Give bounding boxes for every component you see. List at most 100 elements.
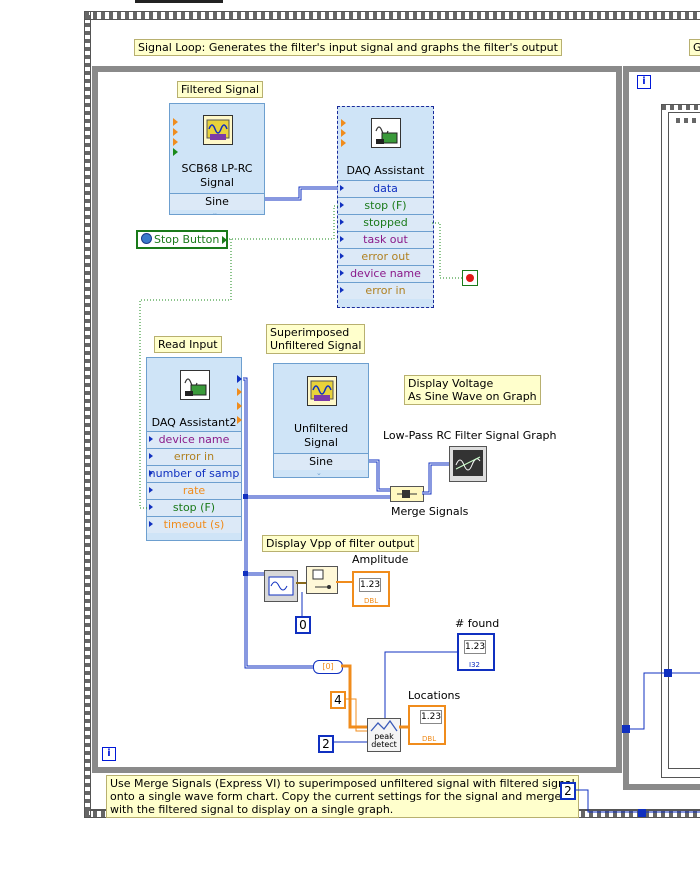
scb68-lp-rc-signal-vi[interactable]: SCB68 LP-RC Signal Sine ⌄ <box>169 103 265 217</box>
amplitude-type: DBL <box>364 597 379 605</box>
vi-title: Unfiltered Signal <box>293 422 349 449</box>
stop-button-control[interactable]: Stop Button <box>136 230 228 249</box>
terminal-number-of-samp[interactable]: number of samp <box>147 465 241 482</box>
vi-title: DAQ Assistant2 <box>151 416 237 429</box>
terminal-arrow-icon <box>340 219 344 225</box>
merge-signals-label: Merge Signals <box>391 505 469 518</box>
terminal-arrow-icon <box>149 436 153 442</box>
filtered-signal-label: Filtered Signal <box>177 81 264 98</box>
terminal-error-in[interactable]: error in <box>338 282 433 299</box>
locations-type: DBL <box>422 735 437 743</box>
right-note-fragment: G <box>689 39 700 56</box>
expand-chevron-icon: ⌄ <box>212 209 218 217</box>
merge-signals-help-note: Use Merge Signals (Express VI) to superi… <box>106 775 579 818</box>
terminal-rate[interactable]: rate <box>147 482 241 499</box>
output-arrow-icon <box>237 375 242 383</box>
stop-led-icon <box>466 274 474 282</box>
amplitude-indicator[interactable]: 1.23 DBL <box>352 571 390 607</box>
output-arrow-icon <box>237 402 242 410</box>
unbundle-node[interactable] <box>306 566 338 594</box>
terminal-arrow-icon <box>149 470 153 476</box>
terminal-device-name[interactable]: device name <box>338 265 433 282</box>
outer-two-constant[interactable]: 2 <box>560 782 576 800</box>
terminal-stop-f[interactable]: stop (F) <box>338 197 433 214</box>
vpp-note: Display Vpp of filter output <box>262 535 419 552</box>
display-voltage-note: Display Voltage As Sine Wave on Graph <box>404 375 541 405</box>
expand-chevron-icon: ⌄ <box>316 469 322 477</box>
right-loop-iteration-terminal: i <box>637 75 651 89</box>
graph-icon <box>453 450 483 476</box>
output-arrow-icon <box>237 416 242 424</box>
read-input-label: Read Input <box>154 336 222 353</box>
vi-title: DAQ Assistant <box>346 164 425 177</box>
merge-signals-vi[interactable] <box>390 486 424 502</box>
unfiltered-signal-label: Superimposed Unfiltered Signal <box>266 324 366 354</box>
unfiltered-signal-vi[interactable]: Unfiltered Signal Sine ⌄ <box>273 363 369 478</box>
terminal-arrow-icon <box>340 236 344 242</box>
right-inner-sequence-2 <box>668 112 700 769</box>
found-label: # found <box>455 617 500 630</box>
terminal-arrow-icon <box>149 521 153 527</box>
array-constant: [0] <box>322 662 334 671</box>
terminal-arrow-icon <box>340 202 344 208</box>
right-inner-sequence-3 <box>676 118 700 138</box>
terminal-data[interactable]: data <box>338 180 433 197</box>
stop-indicator[interactable] <box>462 270 478 286</box>
input-arrow-icon <box>341 119 346 127</box>
simulate-signal-icon <box>203 115 233 145</box>
simulate-signal-icon <box>307 376 337 406</box>
sine-output[interactable]: Sine <box>170 193 264 210</box>
locations-value: 1.23 <box>420 710 442 724</box>
input-arrow-icon <box>173 148 178 156</box>
unbundle-icon <box>312 569 331 589</box>
terminal-stopped[interactable]: stopped <box>338 214 433 231</box>
terminal-stop-f[interactable]: stop (F) <box>147 499 241 516</box>
graph-label: Low-Pass RC Filter Signal Graph <box>383 429 557 442</box>
input-arrow-icon <box>173 118 178 126</box>
terminal-timeout-s[interactable]: timeout (s) <box>147 516 241 533</box>
found-value: 1.23 <box>464 640 486 654</box>
found-indicator[interactable]: 1.23 I32 <box>457 633 495 671</box>
index-zero-constant[interactable]: 0 <box>295 616 311 634</box>
locations-label: Locations <box>408 689 461 702</box>
terminal-device-name[interactable]: device name <box>147 431 241 448</box>
locations-indicator[interactable]: 1.23 DBL <box>408 705 446 745</box>
daq-icon <box>371 118 401 148</box>
terminal-arrow-icon <box>340 185 344 191</box>
terminal-arrow-icon <box>149 504 153 510</box>
output-arrow-icon <box>237 388 242 396</box>
top-tunnel <box>135 0 223 3</box>
threshold-two-constant[interactable]: 2 <box>318 735 334 753</box>
terminal-task-out[interactable]: task out <box>338 231 433 248</box>
signal-loop-note: Signal Loop: Generates the filter's inpu… <box>134 39 562 56</box>
input-arrow-icon <box>341 139 346 147</box>
peak-detect-vi[interactable]: peak detect <box>367 718 401 752</box>
vi-title: SCB68 LP-RC Signal <box>181 162 253 189</box>
terminal-error-out[interactable]: error out <box>338 248 433 265</box>
stop-output-arrow-icon <box>222 236 227 244</box>
amplitude-levels-vi[interactable] <box>264 570 298 602</box>
width-four-constant[interactable]: 4 <box>330 691 346 709</box>
globe-icon <box>141 233 152 244</box>
input-arrow-icon <box>173 128 178 136</box>
peak-detect-text: peak detect <box>371 732 397 749</box>
terminal-arrow-icon <box>340 287 344 293</box>
stop-button-label: Stop Button <box>154 233 220 246</box>
terminal-arrow-icon <box>340 270 344 276</box>
signal-graph-terminal[interactable] <box>449 446 487 482</box>
input-arrow-icon <box>173 138 178 146</box>
peak-detect-icon <box>370 719 398 732</box>
found-type: I32 <box>469 661 480 669</box>
merge-icon <box>397 490 417 498</box>
terminal-error-in[interactable]: error in <box>147 448 241 465</box>
loop-iteration-terminal: i <box>102 747 116 761</box>
sine-output[interactable]: Sine <box>274 453 368 470</box>
terminal-arrow-icon <box>340 253 344 259</box>
amplitude-label: Amplitude <box>352 553 409 566</box>
daq-icon <box>180 370 210 400</box>
terminal-arrow-icon <box>149 453 153 459</box>
input-arrow-icon <box>341 129 346 137</box>
amplitude-value: 1.23 <box>359 578 381 592</box>
array-build-node[interactable]: [0] <box>313 660 343 674</box>
terminal-arrow-icon <box>149 487 153 493</box>
